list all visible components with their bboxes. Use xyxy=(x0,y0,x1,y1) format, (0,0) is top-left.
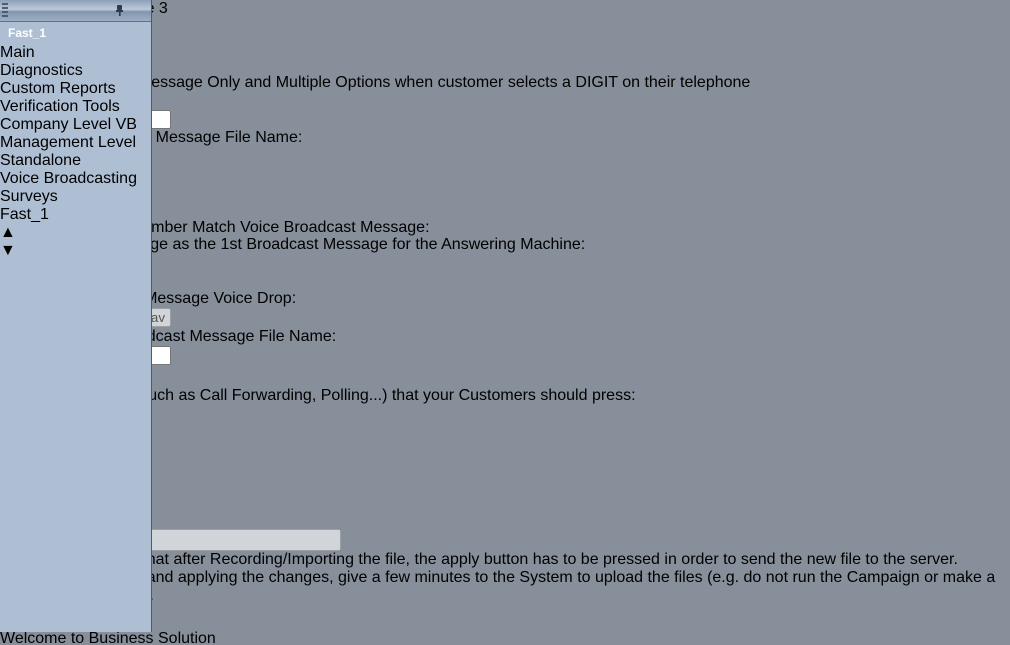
sidebar-item-surveys[interactable]: Surveys xyxy=(0,188,151,206)
sidebar-footer: ▲ ▼ xyxy=(0,224,151,260)
sidebar-item-diagnostics[interactable]: Diagnostics xyxy=(0,62,151,80)
sidebar-item-custom-reports[interactable]: Custom Reports xyxy=(0,80,151,98)
sidebar-item-fast1[interactable]: Fast_1 xyxy=(0,206,151,224)
sidebar-header xyxy=(0,0,151,22)
sidebar-nav: Main Diagnostics Custom Reports Verifica… xyxy=(0,44,151,224)
sidebar-item-management-level[interactable]: Management Level xyxy=(0,134,151,152)
sidebar-item-standalone[interactable]: Standalone xyxy=(0,152,151,170)
sidebar-item-main[interactable]: Main xyxy=(0,44,151,62)
grip-dots-icon xyxy=(2,3,10,19)
pin-icon[interactable] xyxy=(114,4,125,17)
sidebar-item-verification-tools[interactable]: Verification Tools xyxy=(0,98,151,116)
chevron-up-down-icon[interactable]: ▲ ▼ xyxy=(0,224,151,260)
app-root: Fast_1 Main Diagnostics Custom Reports V… xyxy=(0,0,1010,645)
sidebar-item-company-level-vb[interactable]: Company Level VB xyxy=(0,116,151,134)
status-tab-welcome[interactable]: Welcome to Business Solution xyxy=(0,630,1010,645)
file-name-input xyxy=(126,529,342,551)
sidebar: Fast_1 Main Diagnostics Custom Reports V… xyxy=(0,0,152,632)
sidebar-item-voice-broadcasting[interactable]: Voice Broadcasting xyxy=(0,170,151,188)
sidebar-item-fast1-selected[interactable]: Fast_1 xyxy=(0,22,151,44)
status-bar: Welcome to Business Solution Fast Campai… xyxy=(0,630,1010,645)
